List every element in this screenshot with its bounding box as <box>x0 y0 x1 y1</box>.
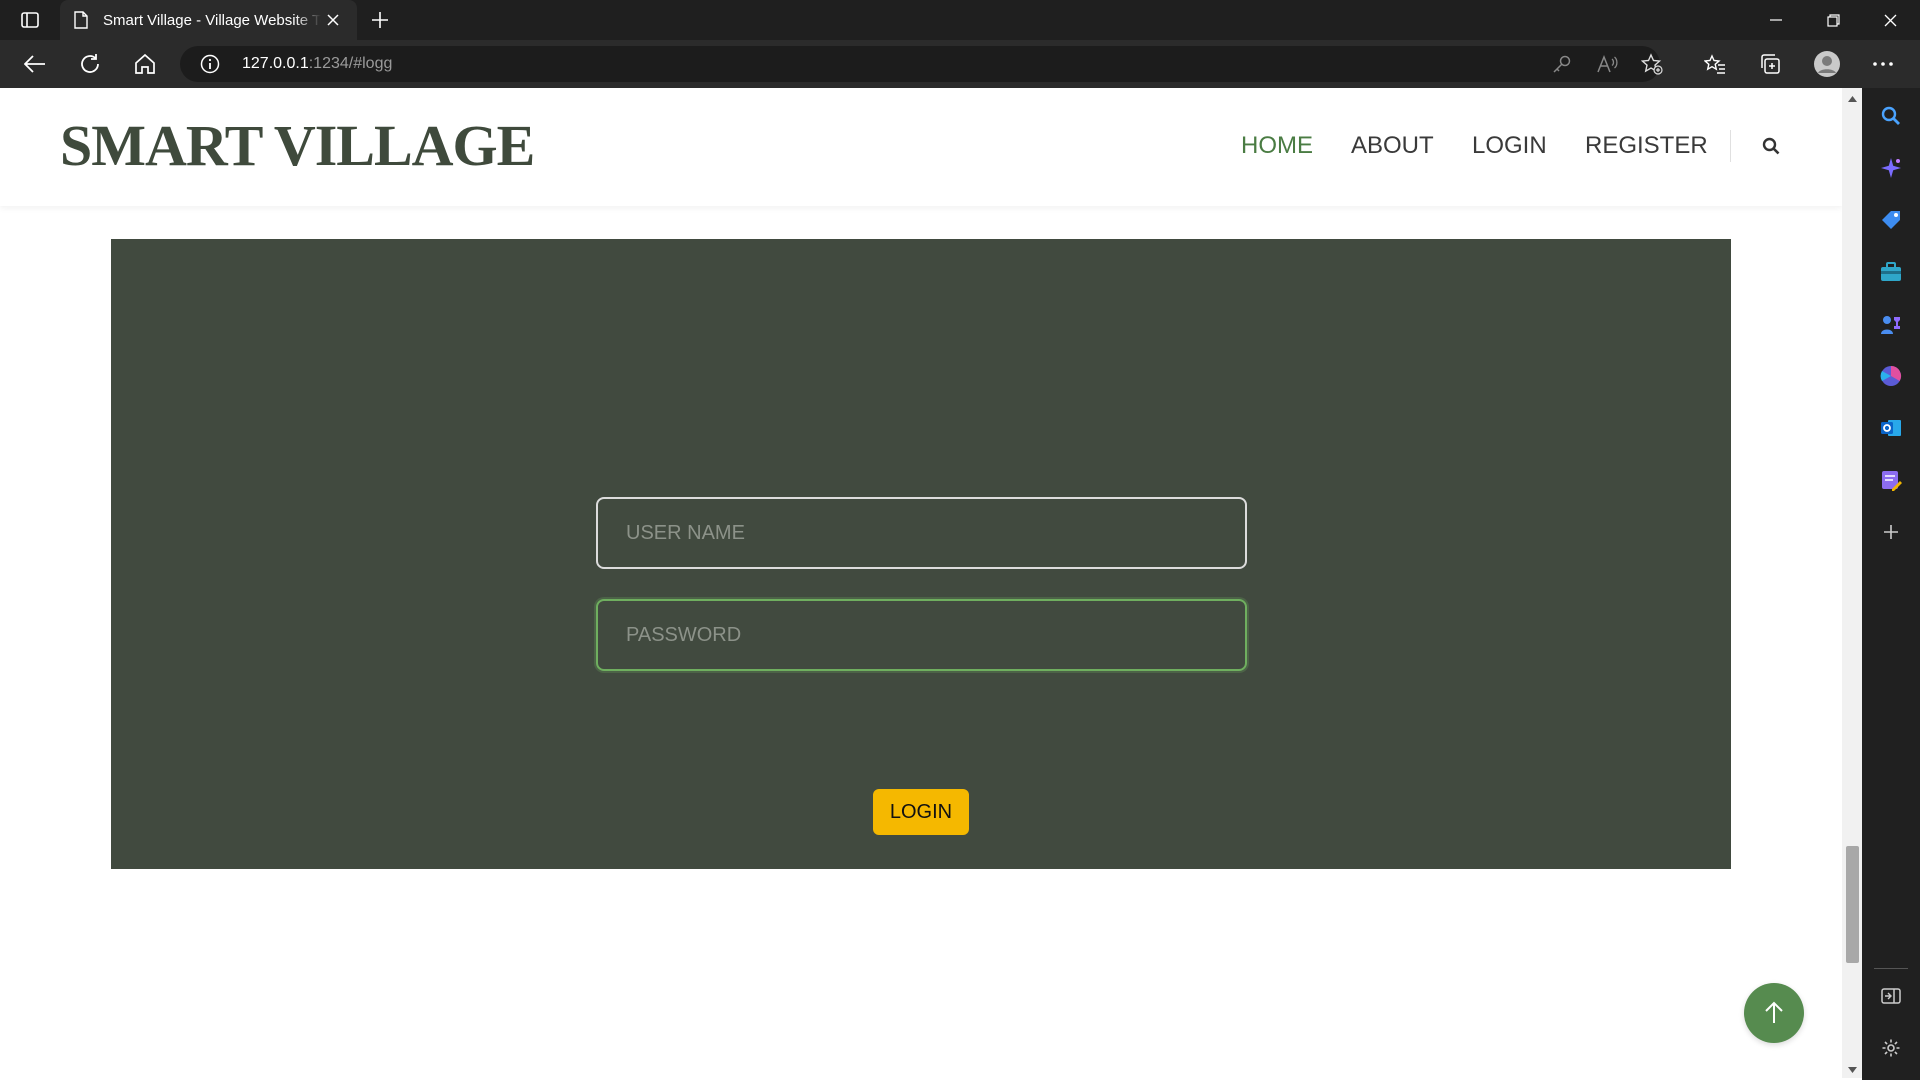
nav-home[interactable]: HOME <box>1241 132 1313 160</box>
nav-divider <box>1730 130 1731 162</box>
url-path: :1234/#logg <box>308 55 393 72</box>
more-icon[interactable] <box>1868 50 1898 78</box>
scroll-up-icon[interactable] <box>1847 94 1857 104</box>
back-to-top-button[interactable] <box>1744 983 1804 1043</box>
address-bar[interactable]: 127.0.0.1:1234/#logg <box>180 46 1663 82</box>
scroll-down-icon[interactable] <box>1847 1065 1857 1075</box>
search-icon[interactable] <box>1760 134 1782 158</box>
minimize-icon[interactable] <box>1748 0 1804 40</box>
add-sidebar-app-icon[interactable] <box>1879 520 1903 544</box>
home-icon[interactable] <box>130 50 160 78</box>
settings-gear-icon[interactable] <box>1879 1036 1903 1060</box>
browser-tab[interactable]: Smart Village - Village Website Template <box>60 0 357 40</box>
info-icon[interactable] <box>200 54 220 74</box>
hide-sidebar-icon[interactable] <box>1879 984 1903 1008</box>
edge-sidebar <box>1862 88 1920 1080</box>
back-arrow-icon[interactable] <box>20 50 50 78</box>
site-logo[interactable]: SMART VILLAGE <box>60 112 535 179</box>
arrow-up-icon <box>1764 1001 1784 1025</box>
games-icon[interactable] <box>1879 312 1903 336</box>
browser-tab-bar: Smart Village - Village Website Template <box>0 0 1920 40</box>
sidebar-search-icon[interactable] <box>1879 104 1903 128</box>
read-aloud-icon[interactable] <box>1595 53 1619 75</box>
collections-icon[interactable] <box>1755 50 1785 78</box>
outlook-icon[interactable] <box>1879 416 1903 440</box>
close-window-icon[interactable] <box>1862 0 1918 40</box>
tab-title: Smart Village - Village Website Template <box>103 11 321 29</box>
login-panel: LOGIN <box>111 239 1731 869</box>
browser-toolbar: 127.0.0.1:1234/#logg <box>0 40 1920 88</box>
close-icon[interactable] <box>323 10 343 30</box>
plus-icon[interactable] <box>368 8 392 32</box>
sidebar-separator <box>1874 968 1908 969</box>
url-text: 127.0.0.1:1234/#logg <box>242 55 392 73</box>
url-host: 127.0.0.1 <box>242 55 309 72</box>
restore-icon[interactable] <box>1805 0 1861 40</box>
tools-briefcase-icon[interactable] <box>1879 260 1903 284</box>
nav-register[interactable]: REGISTER <box>1585 132 1708 160</box>
microsoft-365-icon[interactable] <box>1879 364 1903 388</box>
page-icon <box>73 10 89 30</box>
refresh-icon[interactable] <box>75 50 105 78</box>
page-viewport: SMART VILLAGE HOME ABOUT LOGIN REGISTER … <box>0 88 1842 1078</box>
key-icon[interactable] <box>1550 53 1574 75</box>
page-scrollbar[interactable] <box>1842 88 1862 1078</box>
favorites-icon[interactable] <box>1700 50 1730 78</box>
shopping-tag-icon[interactable] <box>1879 208 1903 232</box>
scroll-thumb[interactable] <box>1846 846 1859 963</box>
site-header: SMART VILLAGE HOME ABOUT LOGIN REGISTER <box>0 88 1842 206</box>
copilot-icon[interactable] <box>1879 156 1903 180</box>
profile-icon[interactable] <box>1812 50 1842 78</box>
login-button[interactable]: LOGIN <box>873 789 969 835</box>
nav-about[interactable]: ABOUT <box>1351 132 1434 160</box>
tab-actions-icon[interactable] <box>17 8 43 32</box>
password-input[interactable] <box>596 599 1247 671</box>
drop-icon[interactable] <box>1879 468 1903 492</box>
nav-login[interactable]: LOGIN <box>1472 132 1547 160</box>
username-input[interactable] <box>596 497 1247 569</box>
favorite-add-icon[interactable] <box>1640 53 1664 75</box>
